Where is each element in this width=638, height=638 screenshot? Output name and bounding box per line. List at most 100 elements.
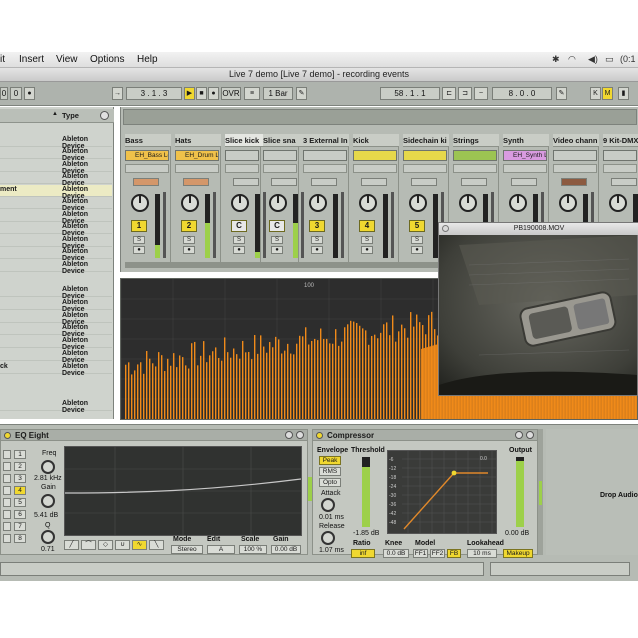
- track-activator[interactable]: 5: [409, 220, 425, 232]
- solo-button[interactable]: S: [311, 236, 323, 244]
- eq-band-toggle[interactable]: [3, 534, 11, 543]
- eq-band-number[interactable]: 1: [14, 450, 26, 459]
- clip-slot-empty[interactable]: [225, 164, 259, 173]
- arrangement-position[interactable]: 58 . 1 . 1: [380, 87, 440, 100]
- browser-row[interactable]: Ableton Device: [0, 260, 112, 275]
- gain-value[interactable]: 5.41 dB: [34, 512, 58, 519]
- volume-fader[interactable]: [213, 192, 216, 258]
- eq-band-toggle[interactable]: [3, 462, 11, 471]
- arm-button[interactable]: ●: [183, 246, 195, 254]
- solo-button[interactable]: S: [233, 236, 245, 244]
- sort-arrow-icon[interactable]: ▲: [52, 111, 58, 117]
- track-name[interactable]: Sidechain ki: [403, 134, 449, 147]
- draw-mode-icon[interactable]: ✎: [296, 87, 307, 100]
- menu-options[interactable]: Options: [90, 54, 124, 65]
- eq-band-toggle[interactable]: [3, 486, 11, 495]
- stop-button[interactable]: ■: [196, 87, 207, 100]
- arm-button[interactable]: ●: [411, 246, 423, 254]
- compressor-fold-icon[interactable]: [515, 431, 523, 439]
- browser-row[interactable]: Ableton Device: [0, 210, 112, 225]
- clip-slot[interactable]: [553, 150, 597, 161]
- q-knob[interactable]: [41, 530, 55, 544]
- key-map-icon[interactable]: K: [590, 87, 601, 100]
- clip-slot-empty[interactable]: [175, 164, 219, 173]
- clip-slot[interactable]: [453, 150, 497, 161]
- volume-icon[interactable]: ◀): [588, 54, 598, 65]
- signature-display[interactable]: 0: [10, 87, 22, 100]
- clip-slot-empty[interactable]: [403, 164, 447, 173]
- loop-icon[interactable]: ⊐: [458, 87, 472, 100]
- browser-row[interactable]: Ableton Device: [0, 285, 112, 300]
- browser-row[interactable]: Ableton Device: [0, 349, 112, 364]
- track-activator[interactable]: C: [231, 220, 247, 232]
- clip-slot[interactable]: EH_Bass Lo: [125, 150, 169, 161]
- track-activator[interactable]: 3: [309, 220, 325, 232]
- chain-scroll-handle[interactable]: [538, 429, 543, 555]
- eq-fold-icon[interactable]: [285, 431, 293, 439]
- solo-button[interactable]: S: [183, 236, 195, 244]
- scale-value[interactable]: 100 %: [239, 545, 267, 554]
- quantize-menu-icon[interactable]: ≡: [244, 87, 260, 100]
- output-value[interactable]: 0.00 dB: [505, 530, 529, 537]
- pan-knob[interactable]: [269, 194, 287, 212]
- song-position[interactable]: 3 . 1 . 3: [126, 87, 182, 100]
- browser-row[interactable]: Ableton Device: [0, 147, 112, 162]
- makeup-button[interactable]: Makeup: [503, 549, 533, 558]
- output-gain-value[interactable]: 0.00 dB: [271, 545, 301, 554]
- browser-row[interactable]: Ableton Device: [0, 399, 112, 414]
- punch-out-icon[interactable]: ~: [474, 87, 488, 100]
- volume-fader[interactable]: [163, 192, 166, 258]
- env-peak-button[interactable]: Peak: [319, 456, 341, 465]
- clip-slot-empty[interactable]: [303, 164, 347, 173]
- browser-row[interactable]: Ableton Device: [0, 311, 112, 326]
- clip-slot[interactable]: [303, 150, 347, 161]
- pan-knob[interactable]: [309, 194, 327, 212]
- filter-shape-icon[interactable]: ╲: [149, 540, 164, 550]
- clip-slot-empty[interactable]: [453, 164, 497, 173]
- lookahead-select[interactable]: 10 ms: [467, 549, 497, 558]
- env-rms-button[interactable]: RMS: [319, 467, 341, 476]
- clip-slot-empty[interactable]: [353, 164, 397, 173]
- menu-edit[interactable]: it: [0, 54, 5, 65]
- wifi-icon[interactable]: ◠: [568, 54, 576, 65]
- output-meter[interactable]: [516, 457, 524, 527]
- eq-hotswap-icon[interactable]: [296, 431, 304, 439]
- track-name[interactable]: Bass: [125, 134, 171, 147]
- eq-band-number[interactable]: 2: [14, 462, 26, 471]
- clip-slot-empty[interactable]: [125, 164, 169, 173]
- compressor-power-icon[interactable]: [316, 432, 323, 439]
- solo-button[interactable]: S: [361, 236, 373, 244]
- close-icon[interactable]: [442, 225, 449, 232]
- eq-band-toggle[interactable]: [3, 450, 11, 459]
- eq-band-toggle[interactable]: [3, 474, 11, 483]
- filter-shape-icon[interactable]: ∪: [115, 540, 130, 550]
- metronome-button[interactable]: ●: [24, 87, 35, 100]
- gain-knob[interactable]: [41, 494, 55, 508]
- browser-row[interactable]: Ableton Device: [0, 247, 112, 262]
- browser-row[interactable]: Ableton Device: [0, 222, 112, 237]
- pan-knob[interactable]: [609, 194, 627, 212]
- pan-knob[interactable]: [231, 194, 249, 212]
- solo-button[interactable]: S: [133, 236, 145, 244]
- clip-slot[interactable]: [263, 150, 297, 161]
- clip-slot[interactable]: EH_Drum Lo: [175, 150, 219, 161]
- track-name[interactable]: 3 External In: [303, 134, 349, 147]
- browser-settings-icon[interactable]: [100, 111, 109, 120]
- filter-shape-icon[interactable]: ◇: [98, 540, 113, 550]
- browser-row[interactable]: ck Ableton Device: [0, 362, 112, 377]
- arm-button[interactable]: ●: [271, 246, 283, 254]
- release-knob[interactable]: [321, 531, 335, 545]
- tempo-display[interactable]: 0: [0, 87, 8, 100]
- model-ff1-button[interactable]: FF1: [413, 549, 428, 558]
- menu-insert[interactable]: Insert: [19, 54, 44, 65]
- env-opto-button[interactable]: Opto: [319, 478, 341, 487]
- play-button[interactable]: ▶: [184, 87, 195, 100]
- overdub-button[interactable]: OVR: [221, 87, 241, 100]
- threshold-value[interactable]: -1.85 dB: [353, 530, 379, 537]
- filter-shape-icon[interactable]: ╱: [64, 540, 79, 550]
- midi-map-icon[interactable]: M: [602, 87, 613, 100]
- record-button[interactable]: ●: [208, 87, 219, 100]
- browser-row[interactable]: ment Ableton Device: [0, 185, 112, 200]
- track-activator[interactable]: 2: [181, 220, 197, 232]
- volume-fader[interactable]: [341, 192, 344, 258]
